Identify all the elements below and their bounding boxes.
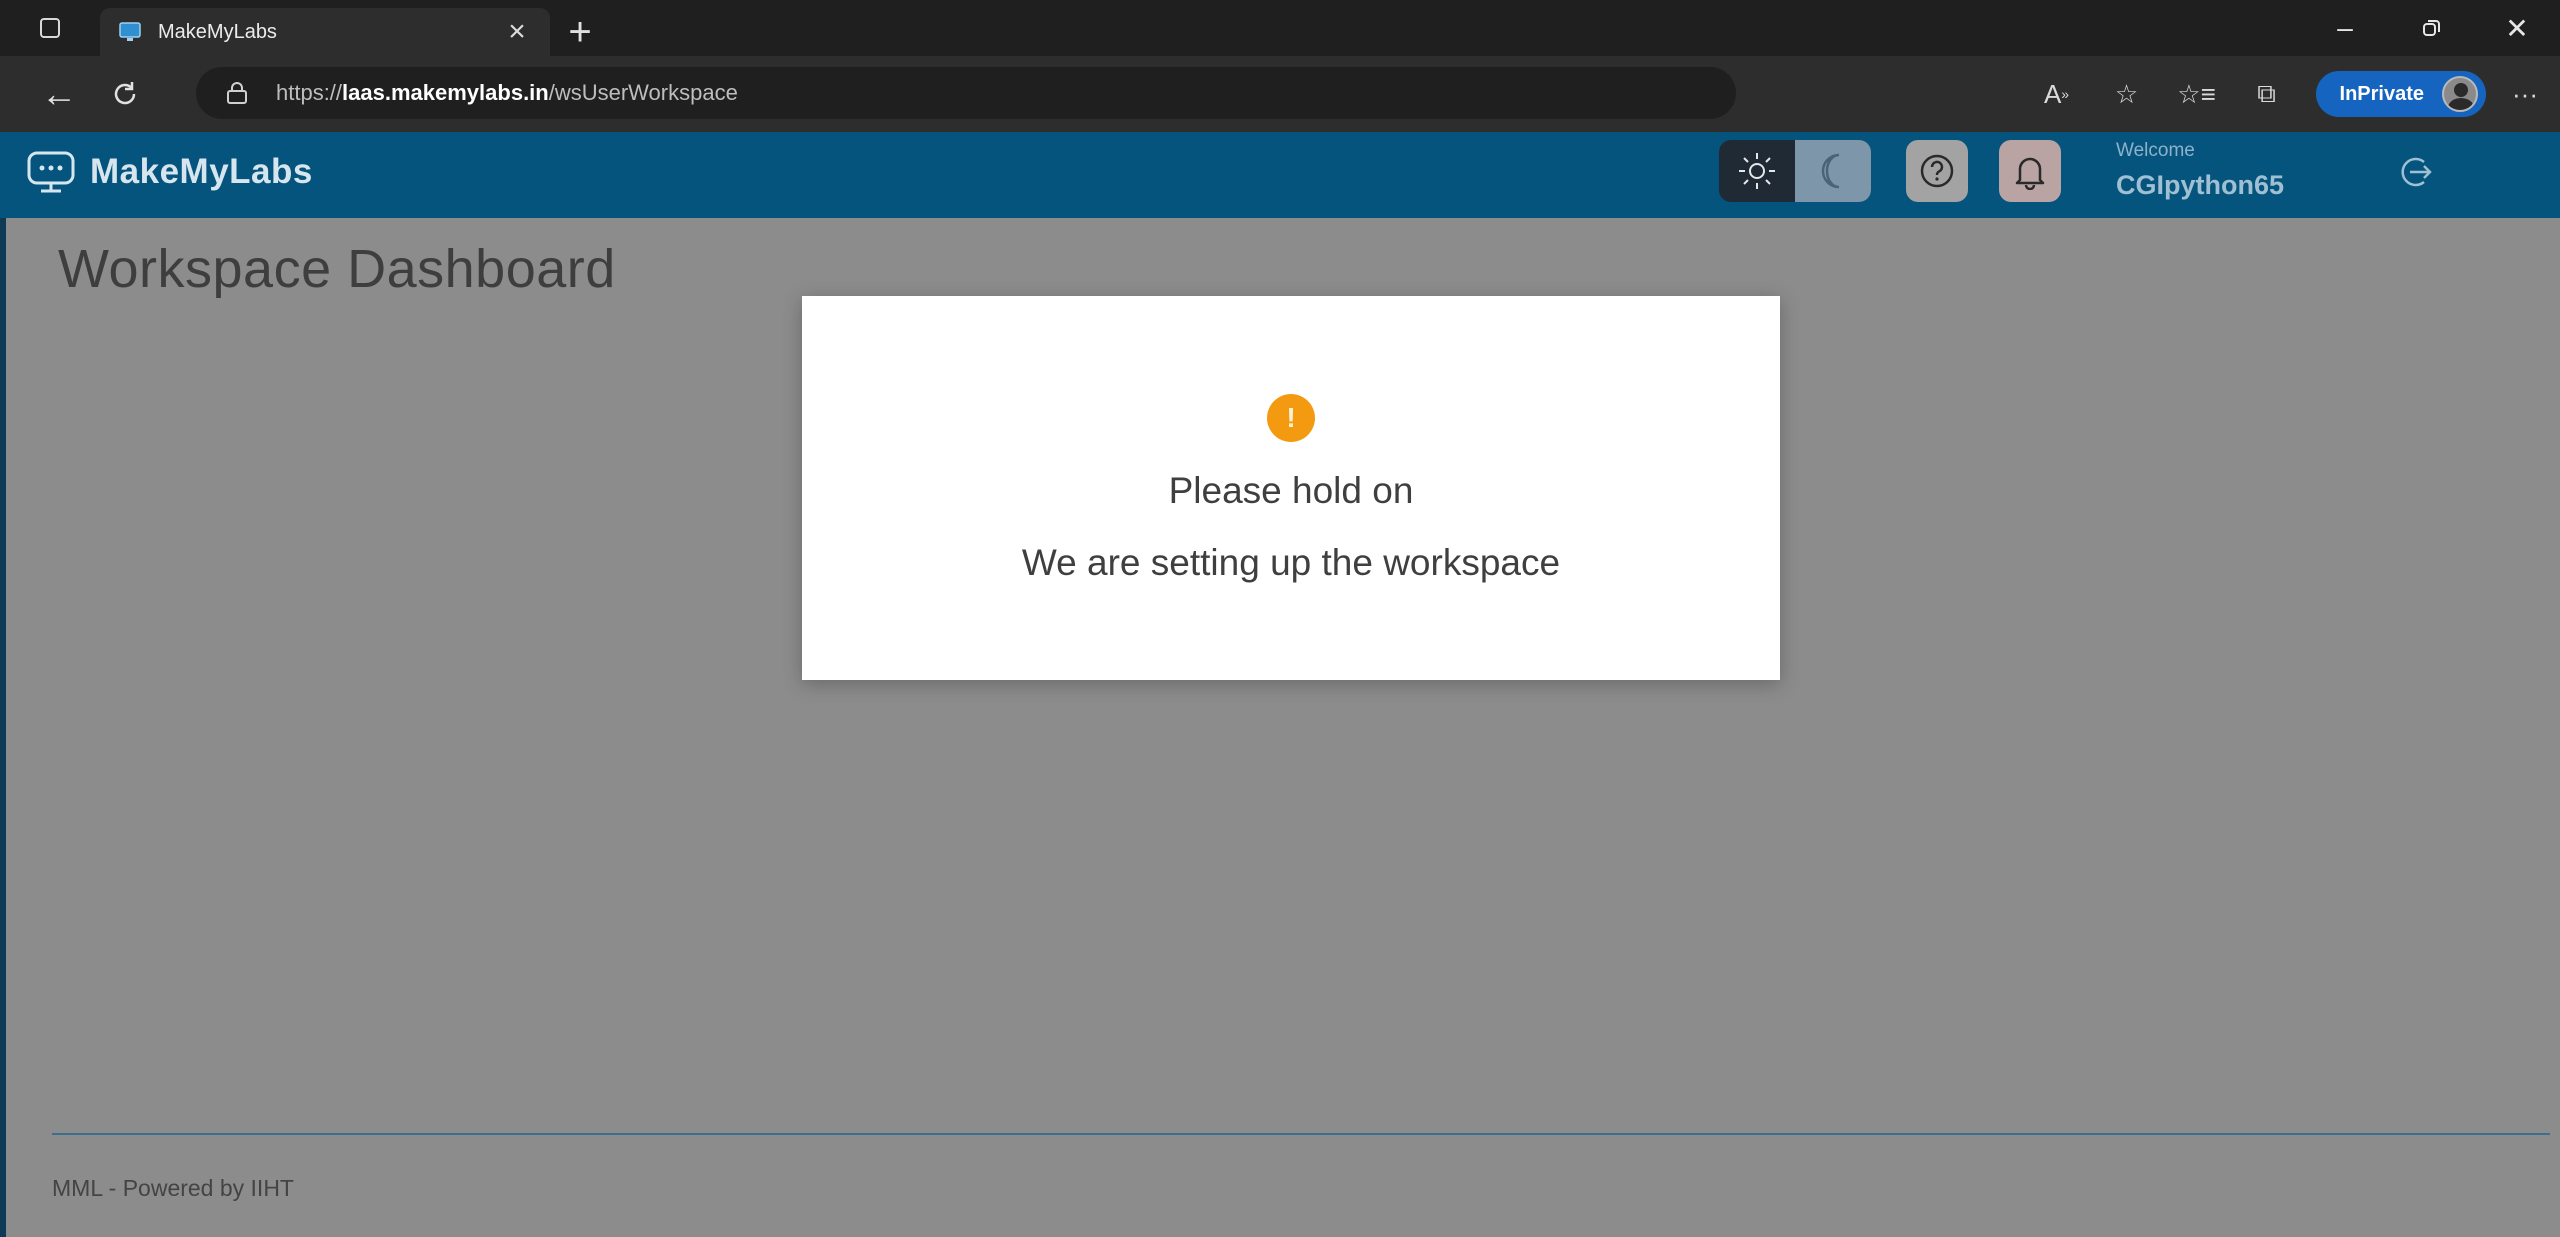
address-bar[interactable]: https://laas.makemylabs.in/wsUserWorkspa…	[196, 67, 1736, 119]
monitor-chat-icon	[27, 151, 75, 193]
add-favorite-icon[interactable]: ☆	[2092, 61, 2162, 127]
moon-icon	[1821, 153, 1840, 189]
tab-close-icon[interactable]: ×	[502, 17, 532, 47]
tab-title: MakeMyLabs	[158, 20, 277, 43]
help-button[interactable]	[1906, 140, 1968, 202]
modal-message: We are setting up the workspace	[1021, 542, 1561, 583]
makemylabs-favicon-icon	[119, 22, 141, 41]
restore-icon[interactable]	[2388, 0, 2474, 56]
light-mode-button[interactable]	[1719, 140, 1795, 202]
modal-title: Please hold on	[1168, 470, 1414, 511]
close-window-icon[interactable]: ✕	[2474, 0, 2560, 56]
logout-button[interactable]	[2388, 144, 2444, 200]
welcome-label: Welcome	[2116, 140, 2195, 161]
profile-avatar	[2442, 76, 2478, 112]
refresh-icon[interactable]	[92, 61, 158, 127]
browser-address-row: ← https://laas.makemylabs.in/wsUserWorks…	[0, 56, 2560, 132]
bell-icon	[2015, 157, 2045, 190]
theme-toggle[interactable]	[1719, 140, 1871, 202]
url-scheme: https://	[276, 80, 343, 105]
new-tab-button[interactable]: +	[550, 8, 610, 56]
more-options-icon[interactable]: ···	[2500, 61, 2550, 127]
username: CGIpython65	[2116, 170, 2285, 200]
back-arrow-icon[interactable]: ←	[26, 61, 92, 127]
url-path: /wsUserWorkspace	[548, 80, 738, 105]
favorites-icon[interactable]: ☆≡	[2162, 61, 2232, 127]
brand-name: MakeMyLabs	[90, 152, 313, 191]
sun-icon	[1739, 153, 1775, 189]
page-title: Workspace Dashboard	[58, 239, 616, 299]
tab-actions-button[interactable]	[0, 0, 100, 56]
inprivate-label: InPrivate	[2339, 82, 2424, 105]
page-left-edge	[0, 218, 6, 1237]
browser-tab[interactable]: MakeMyLabs ×	[100, 8, 550, 56]
footer-divider	[52, 1133, 2550, 1135]
lock-icon	[227, 82, 247, 104]
warning-icon: !	[1267, 394, 1315, 442]
notifications-button[interactable]	[1999, 140, 2061, 202]
footer-text: MML - Powered by IIHT	[52, 1175, 294, 1201]
dark-mode-button[interactable]	[1795, 140, 1871, 202]
help-icon	[1920, 154, 1954, 188]
browser-tab-strip: MakeMyLabs × + – ✕	[0, 0, 2560, 56]
tab-actions-icon	[40, 18, 60, 38]
inprivate-badge[interactable]: InPrivate	[2315, 71, 2486, 117]
window-controls: – ✕	[2302, 0, 2560, 56]
browser-toolbar: A» ☆ ☆≡ ⧉ InPrivate ···	[2022, 56, 2560, 132]
read-aloud-icon[interactable]: A»	[2022, 61, 2092, 127]
brand-logo[interactable]: MakeMyLabs	[26, 150, 313, 194]
url-host: laas.makemylabs.in	[342, 80, 549, 105]
loading-modal: ! Please hold on We are setting up the w…	[802, 296, 1780, 680]
collections-icon[interactable]: ⧉	[2232, 61, 2302, 127]
logout-icon	[2401, 157, 2432, 187]
minimize-icon[interactable]: –	[2302, 0, 2388, 56]
